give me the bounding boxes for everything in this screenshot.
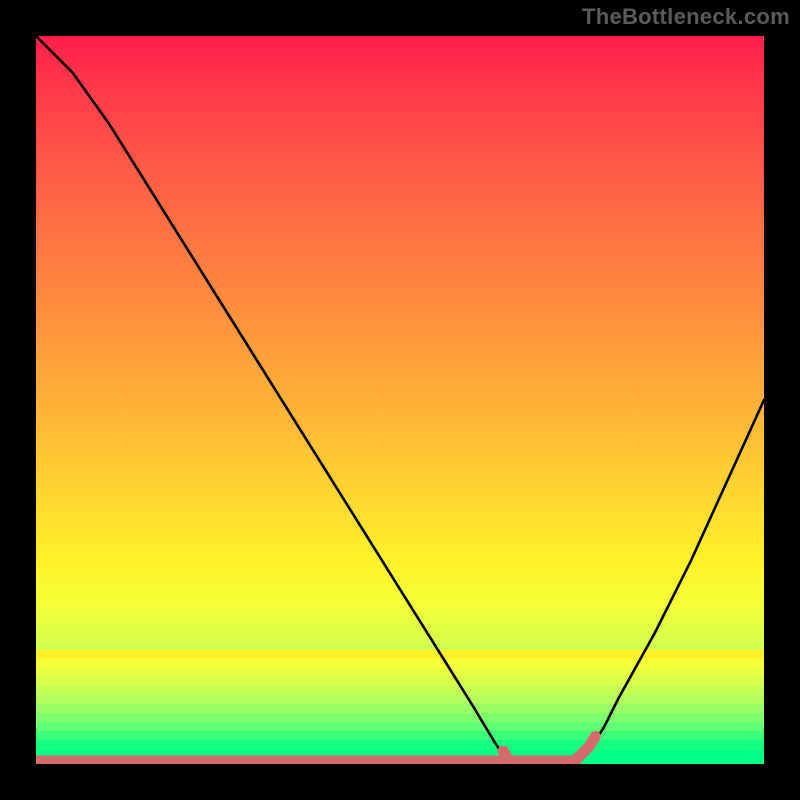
plot-area [36,36,764,764]
bottleneck-curve [36,36,764,764]
curve-path [36,36,764,764]
chart-frame: TheBottleneck.com [0,0,800,800]
watermark-text: TheBottleneck.com [582,4,790,30]
optimal-range-highlight [36,736,595,761]
